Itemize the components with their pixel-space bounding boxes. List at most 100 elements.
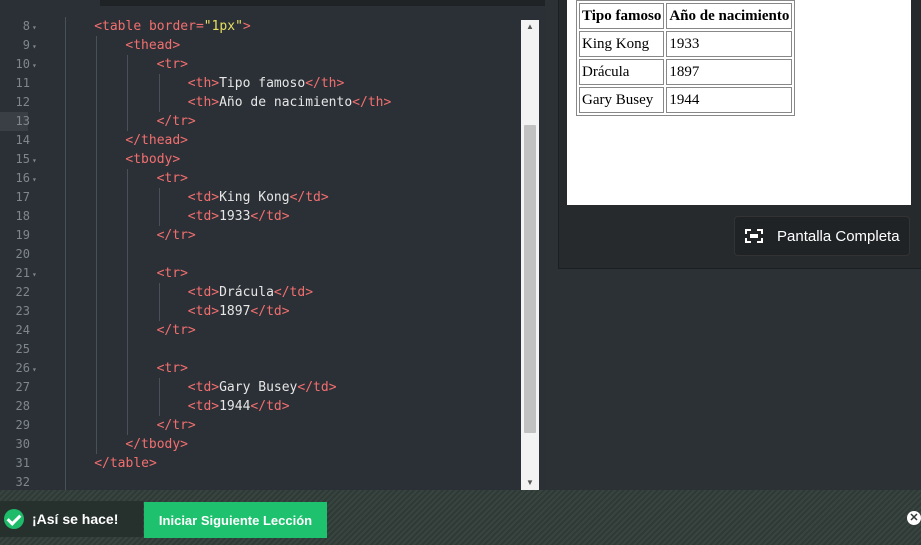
code-token-tag: <td> [187, 380, 220, 395]
code-token-tag: <tr> [156, 361, 188, 376]
code-token-tag: <td> [187, 209, 220, 224]
check-circle-icon [4, 509, 24, 529]
table-cell: King Kong [579, 31, 665, 57]
code-line[interactable]: <td>Drácula</td> [188, 283, 313, 302]
code-line[interactable]: <table border="1px"> [94, 17, 251, 36]
code-token-val: "1px" [203, 19, 243, 34]
code-token-txt: King Kong [219, 190, 290, 205]
code-token-txt: Gary Busey [219, 380, 298, 395]
line-number: 14 [0, 131, 42, 150]
line-number-text: 14 [15, 133, 30, 147]
fold-arrow-icon[interactable]: ▾ [32, 37, 42, 56]
line-number-text: 25 [15, 342, 30, 356]
code-line[interactable]: <td>Gary Busey</td> [188, 378, 337, 397]
line-number-gutter: 8 ▾ 9 ▾ 10 ▾ 11 12 13 14 15 ▾ 16 ▾ 17 18 19 20 21 ▾ 22 23 24 25… [0, 0, 46, 490]
line-number: 20 [0, 245, 42, 264]
scroll-thumb[interactable] [524, 125, 536, 433]
indent-guide [65, 17, 66, 490]
line-number: 17 [0, 188, 42, 207]
code-token-tag: <td> [187, 304, 220, 319]
fold-arrow-icon[interactable]: ▾ [32, 151, 42, 170]
line-number-text: 22 [15, 285, 30, 299]
code-token-tag: > [242, 19, 251, 34]
line-number-text: 31 [15, 456, 30, 470]
line-number-text: 24 [15, 323, 30, 337]
preview-panel: Tipo famoso Año de nacimiento King Kong … [558, 0, 921, 269]
close-icon[interactable]: ✕ [907, 511, 921, 525]
code-editor[interactable]: 8 ▾ 9 ▾ 10 ▾ 11 12 13 14 15 ▾ 16 ▾ 17 18 19 20 21 ▾ 22 23 24 25… [0, 0, 545, 490]
preview-frame: Tipo famoso Año de nacimiento King Kong … [567, 0, 911, 205]
code-line[interactable]: </thead> [125, 131, 188, 150]
code-token-tag: </td> [250, 209, 290, 224]
line-number: 23 [0, 302, 42, 321]
line-number: 22 [0, 283, 42, 302]
scroll-down-arrow-icon[interactable]: ▼ [521, 476, 539, 490]
line-number: 12 [0, 93, 42, 112]
editor-scrollbar[interactable]: ▲ ▼ [521, 20, 539, 490]
code-token-txt: 1897 [219, 304, 251, 319]
code-token-tag: <td> [187, 399, 220, 414]
line-number: 25 [0, 340, 42, 359]
table-row: Drácula 1897 [579, 59, 793, 85]
code-line[interactable]: </tbody> [125, 435, 188, 454]
fold-arrow-icon[interactable]: ▾ [32, 170, 42, 189]
indent-guide [127, 169, 129, 435]
code-token-tag: </th> [305, 76, 345, 91]
code-line[interactable]: <thead> [125, 36, 180, 55]
code-token-tag: </tr> [156, 418, 196, 433]
line-number-text: 21 [15, 266, 30, 280]
indent-guide [158, 188, 160, 226]
scroll-up-arrow-icon[interactable]: ▲ [521, 20, 539, 34]
line-number-text: 9 [22, 38, 30, 52]
code-line[interactable]: </tr> [157, 112, 196, 131]
code-line[interactable]: <td>1944</td> [188, 397, 290, 416]
code-line[interactable]: </tr> [157, 226, 196, 245]
line-number: 18 [0, 207, 42, 226]
code-line[interactable]: </tr> [157, 416, 196, 435]
code-line[interactable]: <th>Tipo famoso</th> [188, 74, 345, 93]
code-token-tag: <tr> [156, 57, 188, 72]
code-token-tag: <tbody> [125, 152, 181, 167]
fold-arrow-icon[interactable]: ▾ [32, 56, 42, 75]
line-number: 11 [0, 74, 42, 93]
code-line[interactable]: <th>Año de nacimiento</th> [188, 93, 392, 112]
code-line[interactable]: <tr> [157, 55, 188, 74]
line-number-text: 28 [15, 399, 30, 413]
line-number-text: 29 [15, 418, 30, 432]
line-number: 21 ▾ [0, 264, 42, 283]
code-line[interactable]: </table> [94, 454, 157, 473]
fold-arrow-icon[interactable]: ▾ [32, 18, 42, 37]
next-lesson-button[interactable]: Iniciar Siguiente Lección [144, 502, 327, 538]
line-number-text: 17 [15, 190, 30, 204]
code-token-tag: </tbody> [125, 437, 189, 452]
line-number: 29 [0, 416, 42, 435]
line-number: 31 [0, 454, 42, 473]
code-token-tag: </td> [250, 399, 290, 414]
line-number: 15 ▾ [0, 150, 42, 169]
line-number-text: 13 [15, 114, 30, 128]
code-line[interactable]: <td>1933</td> [188, 207, 290, 226]
line-number-text: 27 [15, 380, 30, 394]
code-line[interactable]: <td>King Kong</td> [188, 188, 329, 207]
lesson-footer-bar: ¡Así se hace! Iniciar Siguiente Lección … [0, 490, 921, 545]
fold-arrow-icon[interactable]: ▾ [32, 360, 42, 379]
code-token-attr: border= [148, 19, 204, 34]
fullscreen-button[interactable]: Pantalla Completa [735, 217, 909, 255]
code-line[interactable]: <tr> [157, 359, 188, 378]
code-line[interactable]: </tr> [157, 321, 196, 340]
line-number: 24 [0, 321, 42, 340]
code-line[interactable]: <tr> [157, 169, 188, 188]
code-token-tag: </td> [289, 190, 329, 205]
code-token-tag: <th> [187, 76, 220, 91]
code-token-txt: 1944 [219, 399, 251, 414]
line-number-text: 18 [15, 209, 30, 223]
line-number-text: 10 [15, 57, 30, 71]
code-line[interactable]: <td>1897</td> [188, 302, 290, 321]
table-cell: 1933 [666, 31, 793, 57]
fold-arrow-icon[interactable]: ▾ [32, 265, 42, 284]
code-line[interactable]: <tr> [157, 264, 188, 283]
code-token-txt: Tipo famoso [219, 76, 306, 91]
code-token-tag: </table> [94, 456, 157, 471]
line-number: 10 ▾ [0, 55, 42, 74]
code-line[interactable]: <tbody> [125, 150, 180, 169]
